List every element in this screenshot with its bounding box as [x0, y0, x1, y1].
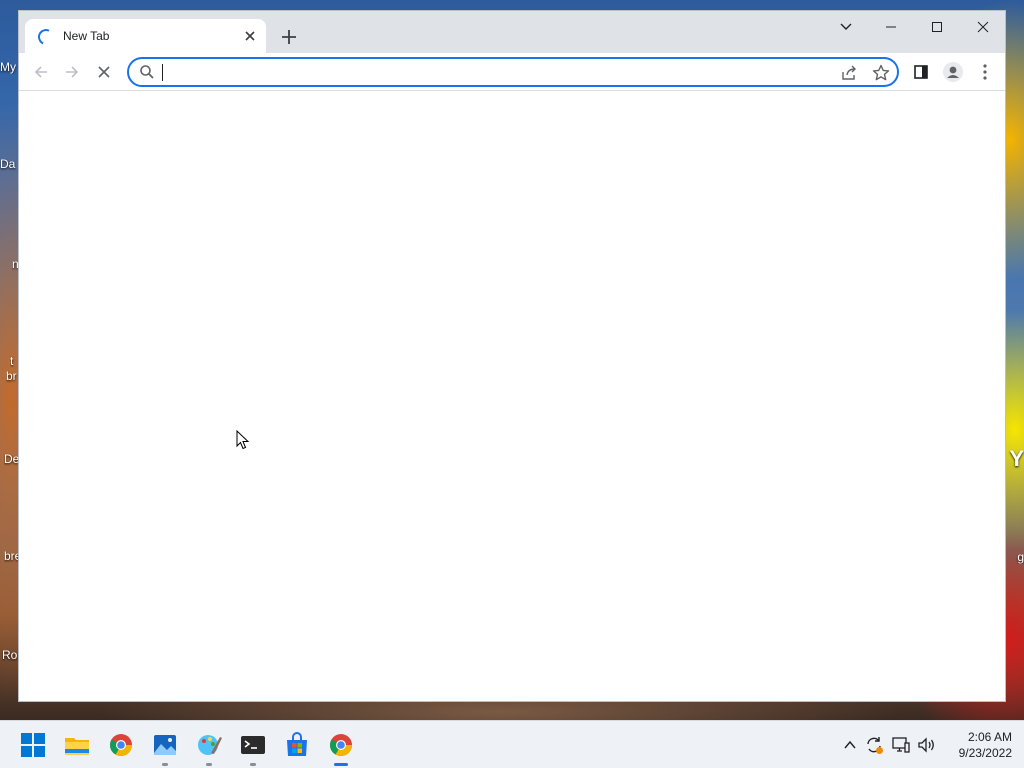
chrome-icon[interactable] [105, 729, 137, 761]
loading-spinner-icon [35, 26, 57, 48]
taskbar: 2:06 AM 9/23/2022 [0, 720, 1024, 768]
menu-kebab-icon[interactable] [971, 58, 999, 86]
active-indicator [334, 763, 348, 766]
terminal-icon[interactable] [237, 729, 269, 766]
browser-toolbar [19, 53, 1005, 91]
desktop-icon-label[interactable]: g [1007, 550, 1024, 564]
file-explorer-icon[interactable] [61, 729, 93, 761]
running-indicator [250, 763, 256, 766]
photos-icon[interactable] [149, 729, 181, 766]
running-indicator [162, 763, 168, 766]
title-bar: New Tab [19, 11, 1005, 53]
network-icon[interactable] [891, 735, 911, 755]
clock-time: 2:06 AM [967, 730, 1012, 744]
minimize-button[interactable] [869, 13, 913, 41]
store-icon[interactable] [281, 729, 313, 761]
tab-search-button[interactable] [824, 13, 868, 41]
close-window-button[interactable] [961, 13, 1005, 41]
stop-loading-button[interactable] [90, 58, 118, 86]
side-panel-button[interactable] [907, 58, 935, 86]
bookmark-star-icon[interactable] [871, 63, 891, 83]
start-icon[interactable] [17, 729, 49, 761]
clock-date: 9/23/2022 [958, 746, 1012, 760]
chevron-up-icon[interactable] [840, 735, 860, 755]
running-indicator [206, 763, 212, 766]
back-button[interactable] [27, 58, 55, 86]
chrome-window: New Tab [18, 10, 1006, 702]
address-bar[interactable] [127, 57, 899, 87]
sync-update-icon[interactable] [864, 735, 884, 755]
wallpaper-text: Y [1009, 446, 1024, 471]
tab-title: New Tab [63, 29, 110, 43]
share-icon[interactable] [839, 63, 859, 83]
profile-avatar[interactable] [939, 58, 967, 86]
volume-icon[interactable] [916, 735, 936, 755]
text-caret [162, 64, 163, 81]
chrome-active-icon[interactable] [325, 729, 357, 766]
mouse-cursor-icon [236, 429, 250, 450]
new-tab-button[interactable] [277, 25, 301, 49]
search-icon [139, 64, 155, 80]
tab-close-icon[interactable] [241, 27, 259, 45]
address-input[interactable] [161, 62, 821, 82]
system-clock[interactable]: 2:06 AM 9/23/2022 [940, 729, 1012, 761]
tab-new-tab[interactable]: New Tab [25, 19, 266, 53]
forward-button[interactable] [58, 58, 86, 86]
paint-icon[interactable] [193, 729, 225, 766]
maximize-button[interactable] [915, 13, 959, 41]
page-content[interactable] [19, 91, 1005, 701]
